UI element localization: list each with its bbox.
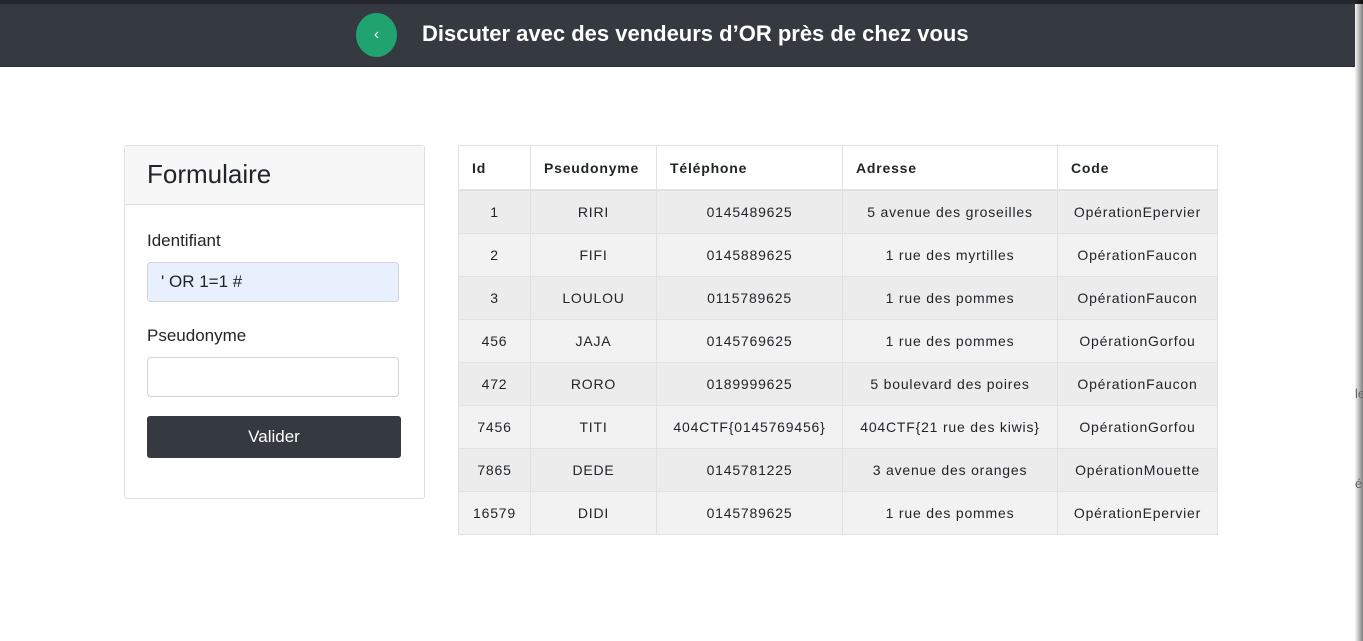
cell-code: OpérationGorfou: [1057, 319, 1218, 363]
cell-adresse: 1 rue des pommes: [842, 319, 1058, 363]
identifiant-label: Identifiant: [147, 231, 221, 250]
cell-pseudonyme: FIFI: [530, 233, 657, 277]
cell-id: 3: [458, 276, 531, 320]
table-body: 1 RIRI 0145489625 5 avenue des groseille…: [458, 189, 1218, 535]
cell-telephone: 0145889625: [656, 233, 843, 277]
column-header-code: Code: [1057, 145, 1218, 191]
cell-id: 16579: [458, 491, 531, 535]
column-header-pseudonyme: Pseudonyme: [530, 145, 657, 191]
cell-id: 2: [458, 233, 531, 277]
table-row: 7456 TITI 404CTF{0145769456} 404CTF{21 r…: [458, 405, 1218, 449]
cell-code: OpérationEpervier: [1057, 189, 1218, 234]
offscreen-text-fragment: é: [1355, 476, 1363, 491]
cell-code: OpérationFaucon: [1057, 362, 1218, 406]
cell-telephone: 0145489625: [656, 189, 843, 234]
cell-telephone: 0145769625: [656, 319, 843, 363]
cell-pseudonyme: LOULOU: [530, 276, 657, 320]
column-header-id: Id: [458, 145, 531, 191]
cell-id: 456: [458, 319, 531, 363]
cell-code: OpérationEpervier: [1057, 491, 1218, 535]
cell-telephone: 0115789625: [656, 276, 843, 320]
cell-adresse: 1 rue des pommes: [842, 491, 1058, 535]
results-table: Id Pseudonyme Téléphone Adresse Code 1 R…: [458, 145, 1218, 535]
cell-adresse: 5 avenue des groseilles: [842, 189, 1058, 234]
cell-telephone: 0145781225: [656, 448, 843, 492]
table-header-row: Id Pseudonyme Téléphone Adresse Code: [458, 145, 1218, 191]
window-edge-shadow: [1355, 0, 1363, 641]
page-title: Discuter avec des vendeurs d’OR près de …: [422, 21, 969, 46]
table-row: 2 FIFI 0145889625 1 rue des myrtilles Op…: [458, 233, 1218, 277]
cell-pseudonyme: RIRI: [530, 189, 657, 234]
table-row: 472 RORO 0189999625 5 boulevard des poir…: [458, 362, 1218, 406]
cell-pseudonyme: TITI: [530, 405, 657, 449]
cell-telephone: 0189999625: [656, 362, 843, 406]
form-title: Formulaire: [147, 159, 272, 189]
column-header-telephone: Téléphone: [656, 145, 843, 191]
cell-adresse: 5 boulevard des poires: [842, 362, 1058, 406]
table-row: 7865 DEDE 0145781225 3 avenue des orange…: [458, 448, 1218, 492]
chevron-left-icon: ‹: [373, 26, 380, 43]
table-row: 456 JAJA 0145769625 1 rue des pommes Opé…: [458, 319, 1218, 363]
cell-code: OpérationFaucon: [1057, 276, 1218, 320]
identifiant-input[interactable]: [147, 262, 399, 302]
cell-code: OpérationGorfou: [1057, 405, 1218, 449]
cell-adresse: 404CTF{21 rue des kiwis}: [842, 405, 1058, 449]
cell-pseudonyme: RORO: [530, 362, 657, 406]
table-row: 16579 DIDI 0145789625 1 rue des pommes O…: [458, 491, 1218, 535]
cell-adresse: 1 rue des myrtilles: [842, 233, 1058, 277]
cell-telephone: 0145789625: [656, 491, 843, 535]
table-row: 1 RIRI 0145489625 5 avenue des groseille…: [458, 189, 1218, 234]
cell-telephone: 404CTF{0145769456}: [656, 405, 843, 449]
cell-id: 472: [458, 362, 531, 406]
form-card-header: Formulaire: [125, 146, 424, 205]
cell-adresse: 1 rue des pommes: [842, 276, 1058, 320]
table-row: 3 LOULOU 0115789625 1 rue des pommes Opé…: [458, 276, 1218, 320]
results-table-wrapper: Id Pseudonyme Téléphone Adresse Code 1 R…: [458, 145, 1218, 535]
cell-code: OpérationMouette: [1057, 448, 1218, 492]
cell-pseudonyme: DIDI: [530, 491, 657, 535]
cell-adresse: 3 avenue des oranges: [842, 448, 1058, 492]
form-card: Formulaire Identifiant Pseudonyme Valide…: [124, 145, 425, 499]
cell-id: 7865: [458, 448, 531, 492]
cell-pseudonyme: DEDE: [530, 448, 657, 492]
cell-id: 7456: [458, 405, 531, 449]
column-header-adresse: Adresse: [842, 145, 1058, 191]
cell-id: 1: [458, 189, 531, 234]
navbar: ‹ Discuter avec des vendeurs d’OR près d…: [0, 4, 1355, 67]
pseudonyme-label: Pseudonyme: [147, 326, 247, 345]
pseudonyme-input[interactable]: [147, 357, 399, 397]
submit-button[interactable]: Valider: [147, 416, 401, 458]
cell-code: OpérationFaucon: [1057, 233, 1218, 277]
cell-pseudonyme: JAJA: [530, 319, 657, 363]
offscreen-text-fragment: le: [1355, 386, 1363, 401]
page: ‹ Discuter avec des vendeurs d’OR près d…: [0, 0, 1363, 641]
back-button[interactable]: ‹: [356, 13, 397, 57]
